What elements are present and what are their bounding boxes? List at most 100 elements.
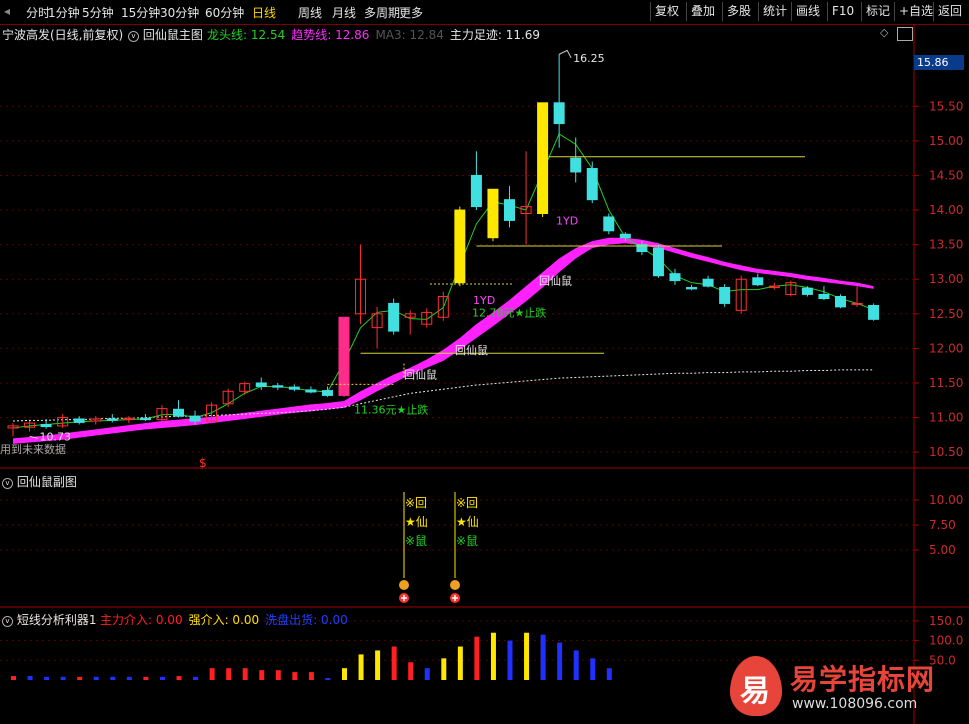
volume-bar — [391, 646, 397, 680]
candle-body — [553, 102, 565, 125]
volume-bar — [557, 642, 563, 680]
y-axis-label-5: 13.00 — [929, 272, 963, 286]
volume-bar — [292, 672, 298, 680]
signal-char: ※鼠 — [405, 534, 427, 548]
volume-bar — [308, 672, 314, 680]
sub-dropdown-icon[interactable]: v — [2, 478, 13, 489]
candle-body — [851, 302, 863, 305]
volume-bar — [441, 658, 447, 680]
bottom-legend: 主力介入: 0.00 强介入: 0.00 洗盘出货: 0.00 — [100, 611, 354, 628]
y-axis-label-6: 12.50 — [929, 307, 963, 321]
candle-body — [470, 174, 482, 208]
period-tab-10[interactable]: 更多 — [399, 4, 423, 21]
toolbar-left-arrow-icon[interactable]: ◂ — [4, 4, 10, 18]
volume-bar — [259, 670, 265, 680]
bottom-y-axis-label-1: 100.0 — [929, 634, 963, 648]
volume-bar — [93, 676, 99, 680]
toolbar-button-2[interactable]: 多股 — [722, 2, 755, 21]
candle-body — [189, 415, 201, 422]
toolbar-button-3[interactable]: 统计 — [758, 2, 791, 21]
period-tab-7[interactable]: 周线 — [298, 4, 322, 21]
volume-bar — [507, 640, 513, 680]
candle-body — [73, 418, 85, 423]
bottom-dropdown-icon[interactable]: v — [2, 616, 13, 627]
bottom-y-axis-label-0: 150.0 — [929, 614, 963, 628]
dollar-mark: $ — [199, 456, 207, 470]
period-tab-1[interactable]: 1分钟 — [48, 4, 80, 21]
sub-panel-title[interactable]: v 回仙鼠副图 — [2, 473, 77, 490]
candle-body — [669, 273, 681, 282]
annotation-stop-fall: 12.78元★止跌 — [472, 305, 546, 319]
toolbar-button-4[interactable]: 画线 — [791, 2, 824, 21]
y-axis-label-0: 15.50 — [929, 99, 963, 113]
toolbar-button-0[interactable]: 复权 — [650, 2, 683, 21]
bottom-legend-item-0: 主力介入: 0.00 — [100, 613, 183, 627]
signal-char: ★仙 — [405, 515, 428, 529]
period-tab-8[interactable]: 月线 — [332, 4, 356, 21]
sub-y-axis-label-2: 5.00 — [929, 543, 956, 557]
volume-bar — [573, 650, 579, 680]
bottom-panel-title[interactable]: v 短线分析利器1 — [2, 611, 96, 628]
toolbar-button-6[interactable]: 标记 — [861, 2, 894, 21]
y-axis-label-3: 14.00 — [929, 203, 963, 217]
watermark-brand: 易学指标网 — [790, 663, 936, 696]
volume-bar — [27, 676, 33, 680]
volume-bar — [606, 668, 612, 680]
period-tab-3[interactable]: 15分钟 — [121, 4, 160, 21]
candle-body — [603, 216, 615, 232]
candle-body — [652, 247, 664, 277]
toolbar-button-5[interactable]: F10 — [827, 2, 858, 21]
annotation-1yd: 1YD — [473, 294, 495, 307]
candle-body — [868, 305, 880, 320]
candle-body — [338, 316, 350, 396]
period-tab-0[interactable]: 分时 — [26, 4, 50, 21]
period-tab-4[interactable]: 30分钟 — [160, 4, 199, 21]
toolbar-button-1[interactable]: 叠加 — [686, 2, 719, 21]
volume-bar — [342, 668, 347, 680]
volume-bar — [457, 646, 463, 680]
period-tab-5[interactable]: 60分钟 — [205, 4, 244, 21]
volume-bar — [358, 654, 364, 680]
candle-body — [139, 417, 151, 421]
candle-body — [801, 287, 813, 295]
period-tab-2[interactable]: 5分钟 — [82, 4, 114, 21]
candle-body — [835, 296, 846, 308]
toolbar-button-8[interactable]: 返回 — [933, 2, 966, 21]
candle-body — [106, 418, 118, 421]
candle-body — [619, 233, 631, 239]
candle-body — [321, 390, 333, 396]
candle-body — [570, 157, 582, 173]
volume-bar — [474, 636, 480, 680]
period-tab-9[interactable]: 多周期 — [364, 4, 400, 21]
volume-bar — [590, 658, 596, 680]
current-price-tag: 15.86 — [914, 55, 964, 70]
volume-bar — [424, 668, 430, 680]
candle-body — [586, 168, 598, 201]
annotation-1yd: 1YD — [556, 214, 578, 227]
toolbar-button-7[interactable]: +自选 — [894, 2, 937, 21]
watermark-badge-text: 易 — [740, 674, 770, 709]
candle-body — [388, 302, 400, 332]
candle-body — [40, 423, 52, 428]
volume-bar — [275, 670, 281, 680]
volume-bar — [44, 676, 50, 680]
candle-body — [272, 385, 284, 388]
y-axis-label-2: 14.50 — [929, 168, 963, 182]
signal-char: ※回 — [456, 496, 478, 510]
candle-body — [686, 287, 698, 290]
y-axis-label-10: 10.50 — [929, 445, 963, 459]
annotation-huixianshu: 回仙鼠 — [539, 274, 572, 288]
signal-char: ※鼠 — [456, 534, 478, 548]
y-axis-label-1: 15.00 — [929, 134, 963, 148]
period-toolbar: 分时 1分钟 5分钟 15分钟 30分钟 60分钟 日线 周线 月线 多周期 更多 ◂ 复权 叠加 多股统… — [0, 0, 969, 25]
bottom-legend-item-2: 洗盘出货: 0.00 — [265, 613, 348, 627]
candle-body — [818, 293, 830, 300]
signal-char: ★仙 — [456, 515, 479, 529]
volume-bar — [193, 676, 199, 680]
period-tab-6[interactable]: 日线 — [252, 4, 276, 21]
volume-bar — [375, 650, 381, 680]
money-bag-icon — [450, 580, 460, 590]
trend-band — [13, 237, 874, 444]
volume-bar — [60, 676, 66, 680]
candle-body — [173, 408, 184, 417]
